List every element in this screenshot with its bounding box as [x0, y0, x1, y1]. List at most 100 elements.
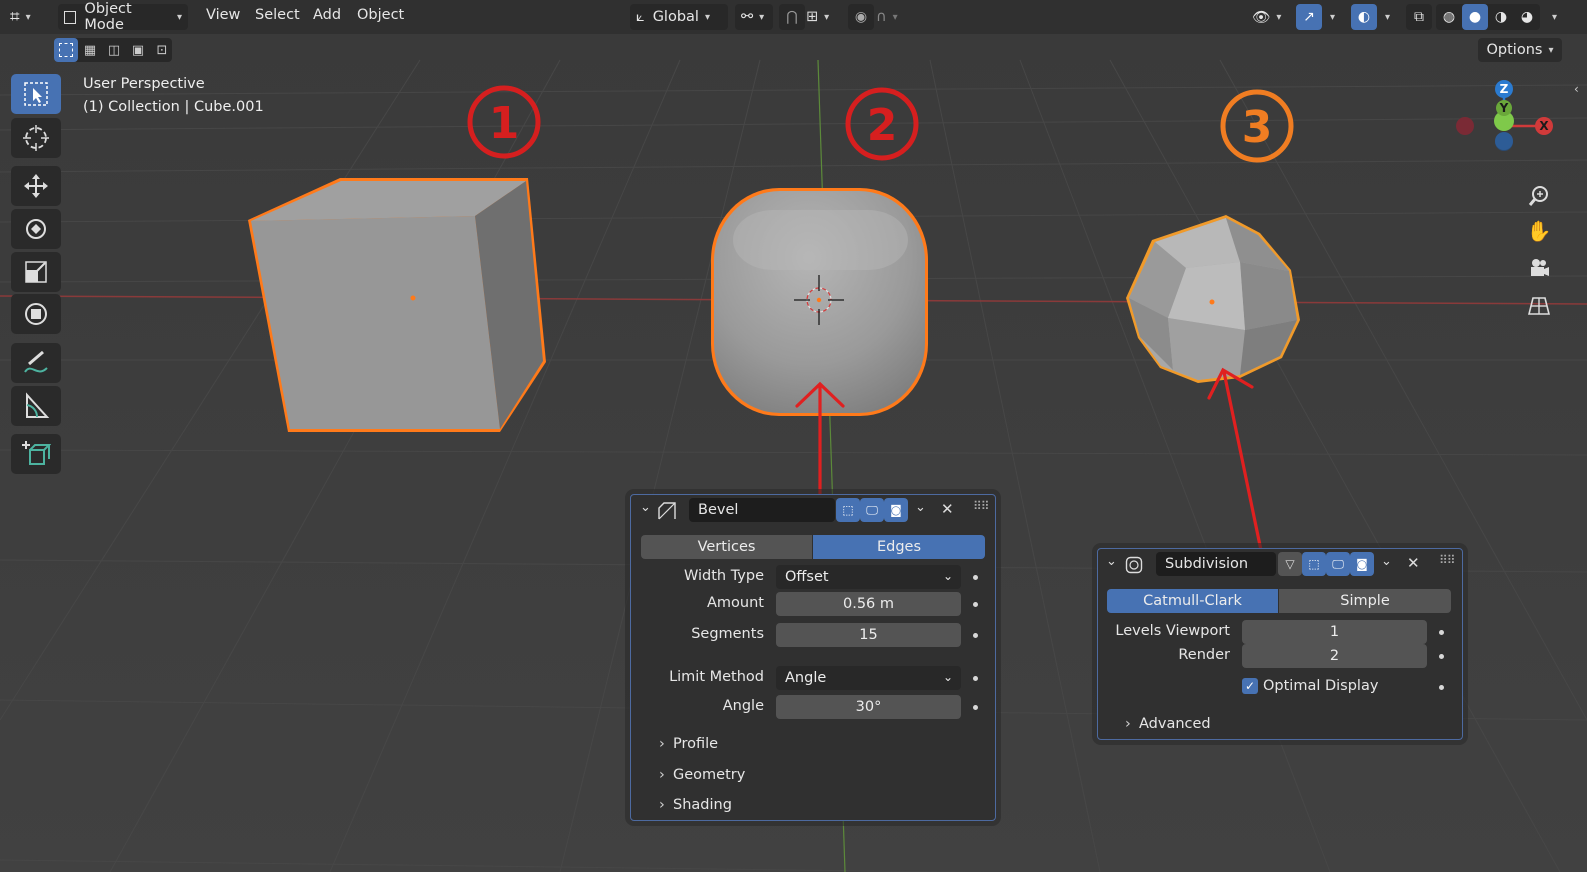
subpanel-profile[interactable]: › Profile — [659, 736, 718, 752]
viewport-collection-text: (1) Collection | Cube.001 — [83, 99, 264, 115]
collapse-chevron-icon[interactable]: ⌄ — [1106, 554, 1117, 569]
shading-material-button[interactable]: ◑ — [1488, 4, 1514, 30]
tool-annotate[interactable] — [11, 343, 61, 383]
menu-object[interactable]: Object — [357, 7, 404, 23]
monitor-icon: 🖵 — [1332, 556, 1344, 571]
sidebar-toggle-icon[interactable]: ‹ — [1574, 82, 1579, 96]
camera-icon — [1531, 259, 1549, 276]
keyframe-dot[interactable] — [1439, 654, 1444, 659]
pan-button[interactable]: ✋ — [1523, 215, 1555, 247]
xray-toggle[interactable]: ⧉ — [1406, 4, 1432, 30]
chevron-right-icon: › — [659, 767, 665, 783]
annotation-1: 1 — [464, 82, 544, 162]
render-toggle[interactable]: ◙ — [884, 498, 908, 522]
select-invert-button[interactable]: ▣ — [126, 38, 150, 62]
tab-edges[interactable]: Edges — [813, 535, 985, 559]
tool-move[interactable] — [11, 166, 61, 206]
close-icon[interactable]: ✕ — [1407, 554, 1420, 572]
width-type-dropdown[interactable]: Offset ⌄ — [776, 565, 961, 589]
perspective-toggle-button[interactable] — [1523, 290, 1555, 322]
select-extend-button[interactable]: ▦ — [78, 38, 102, 62]
visibility-dropdown[interactable]: 👁 ▾ — [1252, 4, 1288, 30]
shading-solid-button[interactable]: ● — [1462, 4, 1488, 30]
amount-field[interactable]: 0.56 m — [776, 592, 961, 616]
shading-wireframe-button[interactable]: ◍ — [1436, 4, 1462, 30]
keyframe-dot[interactable] — [1439, 630, 1444, 635]
tool-cursor[interactable] — [11, 118, 61, 158]
subpanel-advanced[interactable]: › Advanced — [1125, 716, 1211, 732]
levels-viewport-field[interactable]: 1 — [1242, 620, 1427, 644]
menu-view[interactable]: View — [206, 7, 240, 23]
proportional-editing-toggle[interactable]: ◉ — [848, 4, 874, 30]
snap-toggle[interactable]: ⋂ — [779, 4, 805, 30]
render-levels-field[interactable]: 2 — [1242, 644, 1427, 668]
keyframe-dot[interactable] — [1439, 685, 1444, 690]
zoom-button[interactable] — [1523, 180, 1555, 212]
tab-simple[interactable]: Simple — [1279, 589, 1451, 613]
chevron-down-icon[interactable]: ▾ — [1552, 10, 1557, 24]
mode-dropdown[interactable]: Object Mode ▾ — [58, 1, 188, 33]
tool-measure[interactable] — [11, 386, 61, 426]
xray-icon: ⧉ — [1414, 9, 1424, 25]
modifier-menu-chevron-icon[interactable]: ⌄ — [1381, 554, 1392, 569]
snap-target-dropdown[interactable]: ⊞ ▾ — [806, 4, 842, 30]
drag-handle-icon[interactable]: ⠿⠿ — [973, 499, 990, 513]
chevron-down-icon[interactable]: ▾ — [1330, 10, 1335, 24]
gizmo-toggle[interactable]: ↗ — [1296, 4, 1322, 30]
keyframe-dot[interactable] — [973, 633, 978, 638]
overlays-toggle[interactable]: ◐ — [1351, 4, 1377, 30]
limit-method-label: Limit Method — [669, 669, 764, 685]
shading-rendered-button[interactable]: ◕ — [1514, 4, 1540, 30]
select-subtract-button[interactable]: ◫ — [102, 38, 126, 62]
segments-label: Segments — [691, 626, 764, 642]
edit-mode-toggle[interactable]: ⬚ — [1302, 552, 1326, 576]
pivot-point-dropdown[interactable]: ⚯ ▾ — [735, 4, 773, 30]
menu-add[interactable]: Add — [313, 7, 341, 23]
drag-handle-icon[interactable]: ⠿⠿ — [1439, 553, 1456, 567]
editor-type-button[interactable]: ⌗ ▾ — [10, 4, 50, 30]
keyframe-dot[interactable] — [973, 705, 978, 710]
orientation-dropdown[interactable]: ⟀ Global ▾ — [630, 4, 728, 30]
modifier-name-field[interactable]: Bevel — [689, 498, 835, 522]
limit-method-dropdown[interactable]: Angle ⌄ — [776, 666, 961, 690]
tab-vertices[interactable]: Vertices — [641, 535, 812, 559]
viewport-display-toggle[interactable]: 🖵 — [860, 498, 884, 522]
navigation-gizmo[interactable]: Y Z X — [1446, 74, 1566, 174]
subpanel-label: Profile — [673, 736, 719, 752]
tool-scale[interactable] — [11, 252, 61, 292]
tool-add-cube[interactable] — [11, 434, 61, 474]
proportional-editing-icon: ◉ — [854, 9, 868, 25]
edit-mode-toggle[interactable]: ⬚ — [836, 498, 860, 522]
tool-rotate[interactable] — [11, 209, 61, 249]
render-toggle[interactable]: ◙ — [1350, 552, 1374, 576]
gizmo-y-label: Y — [1499, 101, 1509, 115]
modifier-menu-chevron-icon[interactable]: ⌄ — [915, 500, 926, 515]
tab-catmull-clark[interactable]: Catmull-Clark — [1107, 589, 1278, 613]
select-new-button[interactable] — [54, 38, 78, 62]
select-intersect-button[interactable]: ⊡ — [150, 38, 174, 62]
subpanel-geometry[interactable]: › Geometry — [659, 767, 745, 783]
segments-field[interactable]: 15 — [776, 623, 961, 647]
optimal-display-checkbox[interactable]: ✓ — [1242, 678, 1258, 694]
tool-transform[interactable] — [11, 294, 61, 334]
keyframe-dot[interactable] — [973, 676, 978, 681]
subpanel-shading[interactable]: › Shading — [659, 797, 732, 813]
chevron-down-icon[interactable]: ▾ — [1385, 10, 1390, 24]
edit-mode-icon: ⬚ — [842, 503, 854, 517]
angle-field[interactable]: 30° — [776, 695, 961, 719]
collapse-chevron-icon[interactable]: ⌄ — [640, 500, 651, 515]
on-cage-toggle[interactable]: ▽ — [1278, 552, 1302, 576]
zoom-icon — [1528, 186, 1548, 206]
options-dropdown[interactable]: Options ▾ — [1478, 38, 1562, 62]
keyframe-dot[interactable] — [973, 575, 978, 580]
close-icon[interactable]: ✕ — [941, 500, 954, 518]
annotate-icon — [24, 350, 48, 373]
menu-select[interactable]: Select — [255, 7, 300, 23]
modifier-name-field[interactable]: Subdivision — [1156, 552, 1276, 576]
keyframe-dot[interactable] — [973, 602, 978, 607]
optimal-display-label[interactable]: Optimal Display — [1263, 678, 1378, 694]
camera-view-button[interactable] — [1523, 252, 1555, 284]
falloff-dropdown[interactable]: ∩ ▾ — [876, 4, 912, 30]
tool-select-box[interactable] — [11, 74, 61, 114]
viewport-display-toggle[interactable]: 🖵 — [1326, 552, 1350, 576]
